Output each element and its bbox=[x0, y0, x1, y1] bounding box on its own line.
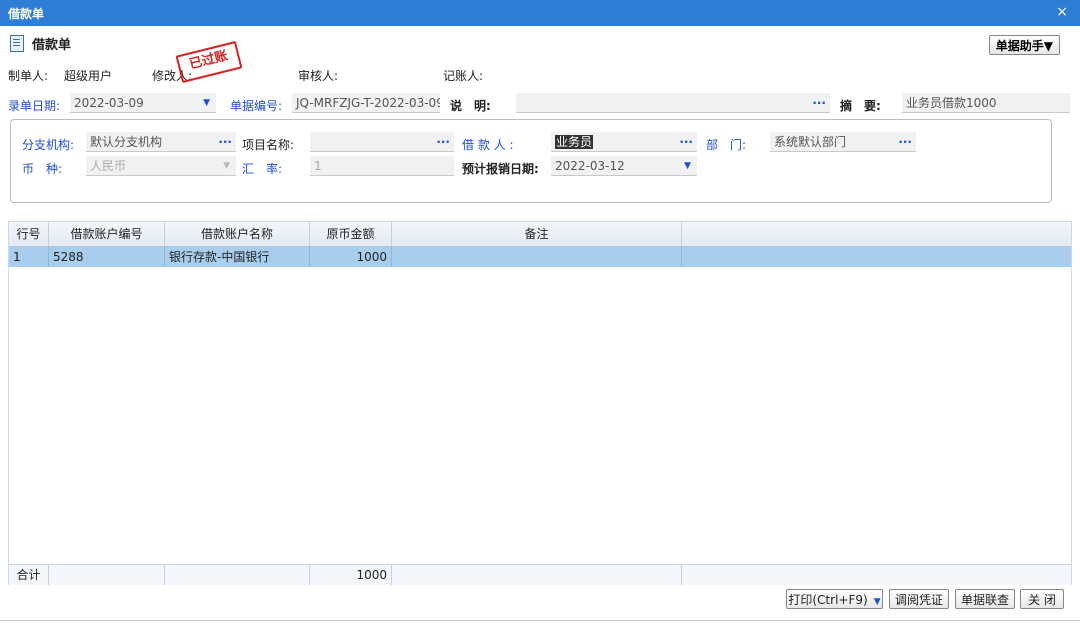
posted-stamp: 已过账 bbox=[175, 40, 243, 84]
divider bbox=[0, 620, 1080, 621]
triangle-down-icon: ▼ bbox=[1043, 39, 1053, 53]
row-no[interactable]: 1 bbox=[9, 247, 49, 267]
ellipsis-icon[interactable]: ··· bbox=[436, 132, 450, 151]
assist-button[interactable]: 单据助手▼ bbox=[988, 35, 1060, 55]
close-icon[interactable]: × bbox=[1056, 4, 1068, 20]
expected-date-field[interactable]: 2022-03-12 ▼ bbox=[551, 156, 697, 176]
project-label: 项目名称: bbox=[242, 138, 295, 152]
row-account-name[interactable]: 银行存款-中国银行 bbox=[165, 247, 310, 267]
dropdown-arrow-icon[interactable]: ▼ bbox=[684, 156, 691, 175]
maker-label: 制单人: bbox=[8, 69, 49, 83]
borrower-field[interactable]: 业务员 ··· bbox=[551, 132, 697, 152]
maker-value: 超级用户 bbox=[64, 69, 113, 83]
col-header-remark[interactable]: 备注 bbox=[392, 222, 682, 246]
document-icon bbox=[10, 35, 24, 52]
ellipsis-icon[interactable]: ··· bbox=[679, 132, 693, 151]
currency-field[interactable]: 人民币 ▼ bbox=[86, 156, 236, 176]
row-account-code[interactable]: 5288 bbox=[49, 247, 165, 267]
col-header-account-code[interactable]: 借款账户编号 bbox=[49, 222, 165, 246]
summary-label: 摘 要: bbox=[840, 99, 881, 113]
number-field[interactable]: JQ-MRFZJG-T-2022-03-09 bbox=[292, 93, 440, 113]
row-remark[interactable] bbox=[392, 247, 682, 267]
currency-label: 币 种: bbox=[22, 162, 63, 176]
desc-field[interactable]: ··· bbox=[516, 93, 830, 113]
detail-grid[interactable]: 行号 借款账户编号 借款账户名称 原币金额 备注 1 5288 银行存款-中国银… bbox=[8, 221, 1072, 585]
date-value: 2022-03-09 bbox=[74, 96, 144, 110]
doc-header: 借款单 bbox=[10, 34, 71, 53]
view-voucher-button[interactable]: 调阅凭证 bbox=[889, 589, 949, 609]
rate-value: 1 bbox=[314, 159, 322, 173]
ellipsis-icon[interactable]: ··· bbox=[218, 132, 232, 151]
rate-field[interactable]: 1 bbox=[310, 156, 454, 176]
dept-label: 部 门: bbox=[706, 138, 747, 152]
close-button[interactable]: 关 闭 bbox=[1020, 589, 1064, 609]
grid-header: 行号 借款账户编号 借款账户名称 原币金额 备注 bbox=[9, 222, 1071, 247]
branch-value: 默认分支机构 bbox=[90, 135, 163, 149]
row-amount[interactable]: 1000 bbox=[310, 247, 392, 267]
col-header-account-name[interactable]: 借款账户名称 bbox=[165, 222, 310, 246]
grid-footer: 合计 1000 bbox=[9, 564, 1071, 585]
dept-field[interactable]: 系统默认部门 ··· bbox=[770, 132, 916, 152]
assist-button-label: 单据助手 bbox=[995, 39, 1044, 53]
branch-field[interactable]: 默认分支机构 ··· bbox=[86, 132, 236, 152]
number-value: JQ-MRFZJG-T-2022-03-09 bbox=[296, 96, 440, 110]
print-button[interactable]: 打印(Ctrl+F9) ▼ bbox=[786, 589, 883, 609]
footer-total-amount: 1000 bbox=[310, 565, 392, 585]
summary-field[interactable]: 业务员借款1000 bbox=[902, 93, 1070, 113]
window-title: 借款单 bbox=[8, 7, 45, 21]
date-field[interactable]: 2022-03-09 ▼ bbox=[70, 93, 216, 113]
bookkeeper-label: 记账人: bbox=[443, 69, 484, 83]
col-header-no[interactable]: 行号 bbox=[9, 222, 49, 246]
footer-empty-cell bbox=[49, 565, 165, 585]
window-titlebar: 借款单 × bbox=[0, 0, 1080, 26]
desc-label: 说 明: bbox=[450, 99, 491, 113]
dropdown-arrow-icon[interactable]: ▼ bbox=[223, 156, 230, 175]
currency-value: 人民币 bbox=[90, 159, 127, 173]
rate-label: 汇 率: bbox=[242, 162, 283, 176]
print-button-label: 打印(Ctrl+F9) bbox=[788, 593, 868, 607]
borrower-label: 借 款 人 : bbox=[462, 138, 514, 152]
number-label: 单据编号: bbox=[230, 99, 283, 113]
dropdown-arrow-icon[interactable]: ▼ bbox=[874, 597, 881, 607]
ellipsis-icon[interactable]: ··· bbox=[898, 132, 912, 151]
dept-value: 系统默认部门 bbox=[774, 135, 847, 149]
linked-query-button[interactable]: 单据联查 bbox=[955, 589, 1015, 609]
project-field[interactable]: ··· bbox=[310, 132, 454, 152]
expected-date-value: 2022-03-12 bbox=[555, 159, 625, 173]
summary-value: 业务员借款1000 bbox=[906, 96, 997, 110]
expected-date-label: 预计报销日期: bbox=[462, 162, 539, 176]
table-row[interactable]: 1 5288 银行存款-中国银行 1000 bbox=[9, 247, 1071, 267]
doc-title: 借款单 bbox=[32, 38, 72, 53]
footer-empty-cell bbox=[165, 565, 310, 585]
reviewer-label: 审核人: bbox=[298, 69, 339, 83]
footer-empty-cell bbox=[392, 565, 682, 585]
date-label: 录单日期: bbox=[8, 99, 61, 113]
dropdown-arrow-icon[interactable]: ▼ bbox=[203, 93, 210, 112]
footer-total-label: 合计 bbox=[9, 565, 49, 585]
ellipsis-icon[interactable]: ··· bbox=[812, 93, 826, 112]
borrower-value: 业务员 bbox=[555, 135, 594, 149]
col-header-amount[interactable]: 原币金额 bbox=[310, 222, 392, 246]
branch-label: 分支机构: bbox=[22, 138, 75, 152]
